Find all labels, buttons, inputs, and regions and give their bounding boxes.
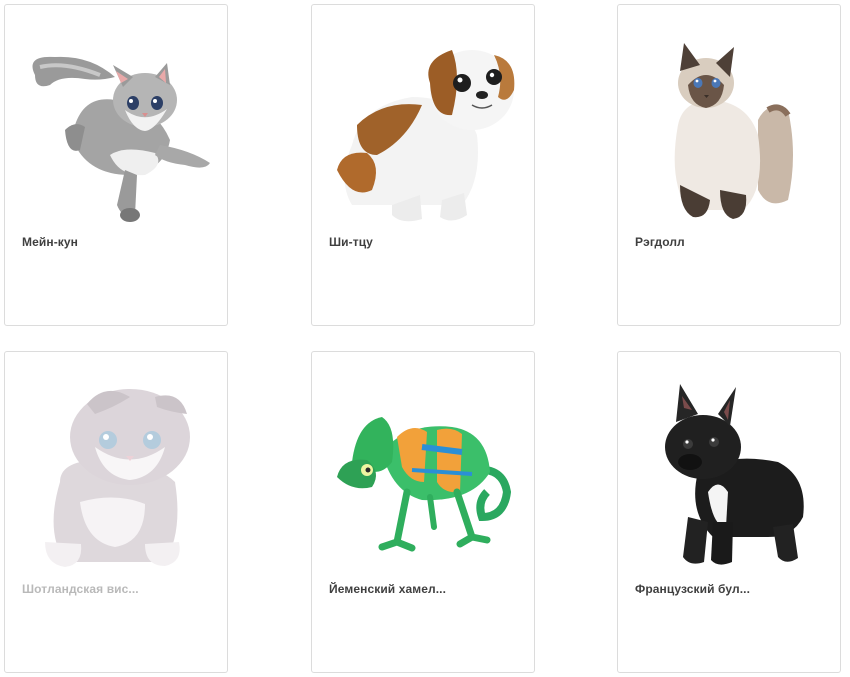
product-title[interactable]: Ши-тцу [329, 235, 519, 249]
product-card-yemen-chameleon[interactable]: Йеменский хамел... [311, 351, 535, 673]
ragdoll-cat-image[interactable] [618, 5, 840, 230]
product-card-maine-coon[interactable]: Мейн-кун [4, 4, 228, 326]
scottish-fold-kitten-image[interactable] [5, 352, 227, 577]
yemen-chameleon-image[interactable] [312, 352, 534, 577]
french-bulldog-image[interactable] [618, 352, 840, 577]
product-card-shih-tzu[interactable]: Ши-тцу [311, 4, 535, 326]
product-title[interactable]: Шотландская вис... [22, 582, 212, 596]
product-title[interactable]: Мейн-кун [22, 235, 212, 249]
product-title[interactable]: Йеменский хамел... [329, 582, 519, 596]
product-title[interactable]: Рэгдолл [635, 235, 825, 249]
maine-coon-kitten-image[interactable] [5, 5, 227, 230]
product-card-french-bulldog[interactable]: Французский бул... [617, 351, 841, 673]
product-title[interactable]: Французский бул... [635, 582, 825, 596]
product-card-ragdoll[interactable]: Рэгдолл [617, 4, 841, 326]
product-card-scottish-fold[interactable]: Шотландская вис... [4, 351, 228, 673]
shih-tzu-puppy-image[interactable] [312, 5, 534, 230]
